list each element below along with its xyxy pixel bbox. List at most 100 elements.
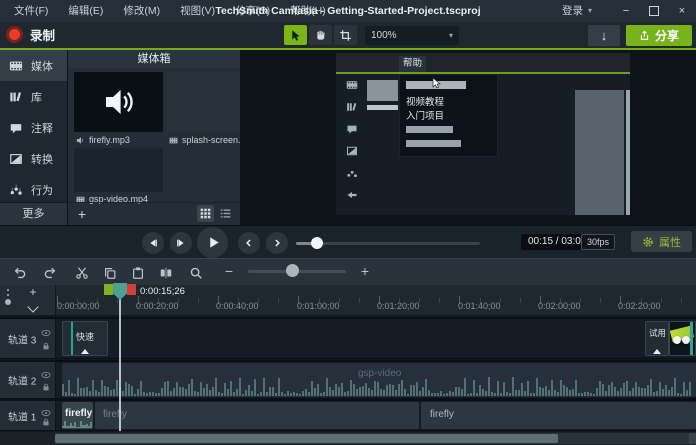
sidebar-item-annotations[interactable]: 注释 bbox=[0, 112, 67, 143]
sidebar-item-media[interactable]: 媒体 bbox=[0, 50, 67, 81]
maximize-button[interactable] bbox=[640, 0, 668, 22]
track-name: 轨道 2 bbox=[8, 373, 36, 388]
chevron-down-icon[interactable] bbox=[27, 301, 38, 312]
filmstrip-icon bbox=[169, 136, 178, 145]
magnifier-icon bbox=[189, 266, 203, 280]
preview-sidebar bbox=[341, 79, 363, 201]
track-height-slider[interactable] bbox=[7, 289, 9, 291]
cursor-tool-button[interactable] bbox=[284, 25, 307, 45]
clip-gsp-video[interactable]: gsp-video bbox=[62, 363, 696, 397]
media-item-firefly-label[interactable]: firefly.mp3 bbox=[76, 135, 162, 145]
media-item-gsp[interactable] bbox=[74, 148, 163, 192]
ruler-label: 0:00:40;00 bbox=[216, 301, 259, 311]
sidebar-item-transitions[interactable]: 转换 bbox=[0, 143, 67, 174]
track-height-slider-knob[interactable] bbox=[5, 299, 11, 305]
clip-label: 试用 bbox=[649, 327, 666, 339]
playhead-out-marker[interactable] bbox=[127, 284, 136, 295]
cut-button[interactable] bbox=[72, 264, 92, 281]
ruler-label: 0:01:40;00 bbox=[458, 301, 501, 311]
sidebar-item-label: 行为 bbox=[31, 182, 53, 198]
preview-menu-item-tutorials: 视频教程 bbox=[406, 94, 444, 108]
previous-clip-button[interactable] bbox=[238, 232, 260, 254]
clip-firefly-2[interactable]: firefly bbox=[95, 402, 419, 429]
properties-button[interactable]: 属性 bbox=[631, 231, 692, 252]
playhead-time-label: 0:00:15;26 bbox=[140, 286, 185, 297]
clip-label: firefly bbox=[430, 409, 454, 420]
media-bin-title: 媒体箱 bbox=[68, 50, 240, 68]
video-preview[interactable]: 帮助 视频教程 入门项目 bbox=[336, 53, 630, 215]
share-button[interactable]: 分享 bbox=[626, 25, 692, 46]
timeline-zoom-out-button[interactable]: − bbox=[222, 263, 236, 279]
clip-trial[interactable]: 试用 bbox=[645, 321, 669, 356]
caret-down-icon: ▾ bbox=[449, 31, 453, 40]
grid-view-button[interactable] bbox=[197, 205, 214, 222]
undo-button[interactable] bbox=[10, 264, 30, 281]
behaviors-icon bbox=[346, 167, 358, 179]
track-lock-toggle[interactable] bbox=[41, 342, 51, 350]
play-button[interactable] bbox=[197, 227, 228, 258]
fps-badge: 30fps bbox=[581, 234, 615, 250]
minimize-button[interactable]: − bbox=[612, 0, 640, 22]
download-button[interactable]: ↓ bbox=[588, 25, 620, 46]
window-title: TechSmith Camtasia - Getting-Started-Pro… bbox=[215, 0, 480, 22]
timeline-zoom-slider-thumb[interactable] bbox=[286, 264, 299, 277]
clip-expand-icon[interactable] bbox=[81, 349, 89, 354]
track-row-1: firefly firefly firefly 轨道 1 bbox=[0, 399, 696, 431]
menu-modify[interactable]: 修改(M) bbox=[113, 0, 170, 22]
sidebar-item-behaviors[interactable]: 行为 bbox=[0, 174, 67, 205]
clip-label: firefly bbox=[65, 408, 92, 419]
add-media-button[interactable]: + bbox=[70, 205, 94, 223]
track-visibility-toggle[interactable] bbox=[41, 409, 51, 417]
preview-menu-item-starter: 入门项目 bbox=[406, 108, 444, 122]
gear-icon bbox=[642, 236, 654, 248]
copy-button[interactable] bbox=[100, 264, 120, 281]
redo-button[interactable] bbox=[40, 264, 60, 281]
clip-firefly-selected[interactable]: firefly bbox=[62, 402, 93, 429]
list-view-button[interactable] bbox=[217, 205, 234, 222]
crop-tool-button[interactable] bbox=[334, 25, 357, 45]
media-item-name: splash-screen.mp4 bbox=[182, 135, 240, 145]
redo-icon bbox=[43, 266, 57, 280]
menu-edit[interactable]: 编辑(E) bbox=[58, 0, 113, 22]
track-visibility-toggle[interactable] bbox=[41, 371, 51, 379]
preview-side-panel-edge bbox=[626, 90, 630, 215]
signin-button[interactable]: 登录 ▾ bbox=[562, 0, 592, 22]
track-lock-toggle[interactable] bbox=[41, 418, 51, 426]
add-track-button[interactable]: + bbox=[24, 285, 42, 300]
step-forward-button[interactable] bbox=[170, 232, 192, 254]
track-lock-toggle[interactable] bbox=[41, 383, 51, 391]
track-name: 轨道 3 bbox=[8, 331, 36, 346]
sidebar-item-library[interactable]: 库 bbox=[0, 81, 67, 112]
scrollbar-thumb[interactable] bbox=[55, 434, 558, 443]
sidebar-more-button[interactable]: 更多 bbox=[0, 202, 67, 225]
clip-expand-icon[interactable] bbox=[653, 349, 661, 354]
split-button[interactable] bbox=[156, 264, 176, 281]
close-button[interactable]: × bbox=[668, 0, 696, 22]
canvas-zoom-select[interactable]: 100% ▾ bbox=[365, 26, 459, 45]
next-clip-button[interactable] bbox=[266, 232, 288, 254]
app-window: 文件(F) 编辑(E) 修改(M) 视图(V) 分享(S) 帮助(H) Tech… bbox=[0, 0, 696, 445]
paste-button[interactable] bbox=[128, 264, 148, 281]
volume-slider-thumb[interactable] bbox=[311, 237, 323, 249]
caret-down-icon: ▾ bbox=[588, 0, 592, 22]
playhead-line[interactable] bbox=[119, 297, 121, 431]
sidebar-item-label: 转换 bbox=[31, 151, 53, 167]
clip-callout[interactable] bbox=[669, 321, 696, 356]
media-item-splash[interactable] bbox=[167, 72, 240, 132]
clip-firefly-3[interactable]: firefly bbox=[421, 402, 696, 429]
timeline-zoom-in-button[interactable]: + bbox=[358, 263, 372, 279]
step-backward-button[interactable] bbox=[142, 232, 164, 254]
canvas[interactable]: 帮助 视频教程 入门项目 bbox=[240, 50, 696, 225]
filmstrip-icon bbox=[9, 59, 23, 73]
playhead-in-marker[interactable] bbox=[104, 284, 113, 295]
media-item-firefly[interactable] bbox=[74, 72, 163, 132]
media-item-splash-label[interactable]: splash-screen.mp4 bbox=[169, 135, 240, 145]
volume-slider-track[interactable] bbox=[296, 242, 480, 245]
menu-file[interactable]: 文件(F) bbox=[4, 0, 58, 22]
track-header-2: 轨道 2 bbox=[0, 362, 56, 398]
record-button[interactable]: 录制 bbox=[6, 25, 55, 44]
pan-tool-button[interactable] bbox=[309, 25, 332, 45]
track-visibility-toggle[interactable] bbox=[41, 329, 51, 337]
clip-intro[interactable]: 快速 bbox=[62, 321, 108, 356]
timeline-zoom-button[interactable] bbox=[186, 264, 206, 281]
